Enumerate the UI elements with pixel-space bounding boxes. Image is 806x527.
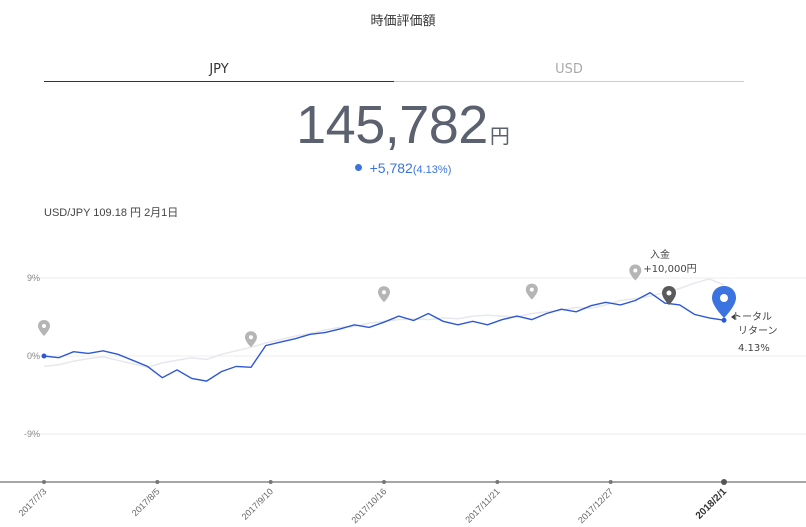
change-value: +5,782 [369, 160, 413, 176]
change-dot-icon [354, 163, 362, 171]
total-unit: 円 [489, 126, 510, 148]
event-pin-center [633, 268, 638, 273]
line-point [721, 317, 727, 323]
event-pin-center [382, 290, 386, 295]
return-label-line1: トータル [732, 311, 772, 323]
event-pin-center [42, 324, 46, 328]
x-tick-label: 2017/8/5 [130, 486, 162, 518]
y-tick-label: 0% [27, 351, 40, 361]
x-tick-dot [42, 480, 46, 484]
x-tick-dot [495, 480, 500, 484]
currency-tabs: JPY USD [44, 58, 744, 82]
change-summary: +5,782(4.13%) [0, 160, 806, 176]
x-tick-label: 2017/12/27 [576, 486, 615, 525]
portfolio-line [43, 291, 725, 382]
return-label-line2: リターン [738, 325, 778, 337]
line-point [41, 353, 47, 359]
event-pin-icon[interactable] [525, 283, 538, 300]
total-valuation: 145,782 円 [0, 94, 806, 156]
x-tick-label: 2017/7/3 [17, 486, 49, 518]
chart-grid [28, 277, 806, 435]
total-value: 145,782 [296, 95, 488, 155]
fx-rate: USD/JPY 109.18 円 2月1日 [44, 207, 179, 219]
performance-chart[interactable]: 9% 0% -9% 入金 +10,000円 トータル リターン 4.13% 2017… [0, 230, 806, 527]
deposit-label: 入金 [650, 248, 670, 261]
x-axis-ticks: 2017/7/3 2017/8/5 2017/9/10 2017/10/16 2017/… [17, 479, 730, 525]
event-pin-center [248, 335, 253, 340]
x-tick-dot [268, 480, 273, 484]
y-tick-label: -9% [24, 429, 40, 439]
x-tick-dot [155, 480, 160, 484]
return-value: 4.13% [738, 343, 770, 354]
x-tick-dot [382, 480, 386, 484]
event-pin-icon[interactable] [378, 286, 390, 303]
total-return-label: トータル リターン 4.13% [731, 311, 778, 354]
x-tick-label: 2017/9/10 [240, 486, 275, 521]
tab-usd[interactable]: USD [394, 58, 744, 82]
event-pin-center [529, 287, 534, 292]
x-tick-label: 2018/2/1 [694, 486, 730, 522]
page-title: 時価評価額 [370, 14, 436, 29]
y-tick-label: 9% [27, 273, 40, 283]
x-tick-label: 2017/11/21 [463, 486, 501, 524]
x-tick-label: 2017/10/16 [349, 486, 388, 525]
y-axis-ticks: 9% 0% -9% [24, 273, 40, 439]
x-tick-dot [721, 479, 727, 485]
x-tick-dot [608, 480, 613, 484]
event-markers [38, 264, 727, 359]
change-percent: (4.13%) [412, 164, 452, 176]
deposit-amount: +10,000円 [643, 264, 696, 275]
tab-jpy[interactable]: JPY [44, 58, 394, 82]
